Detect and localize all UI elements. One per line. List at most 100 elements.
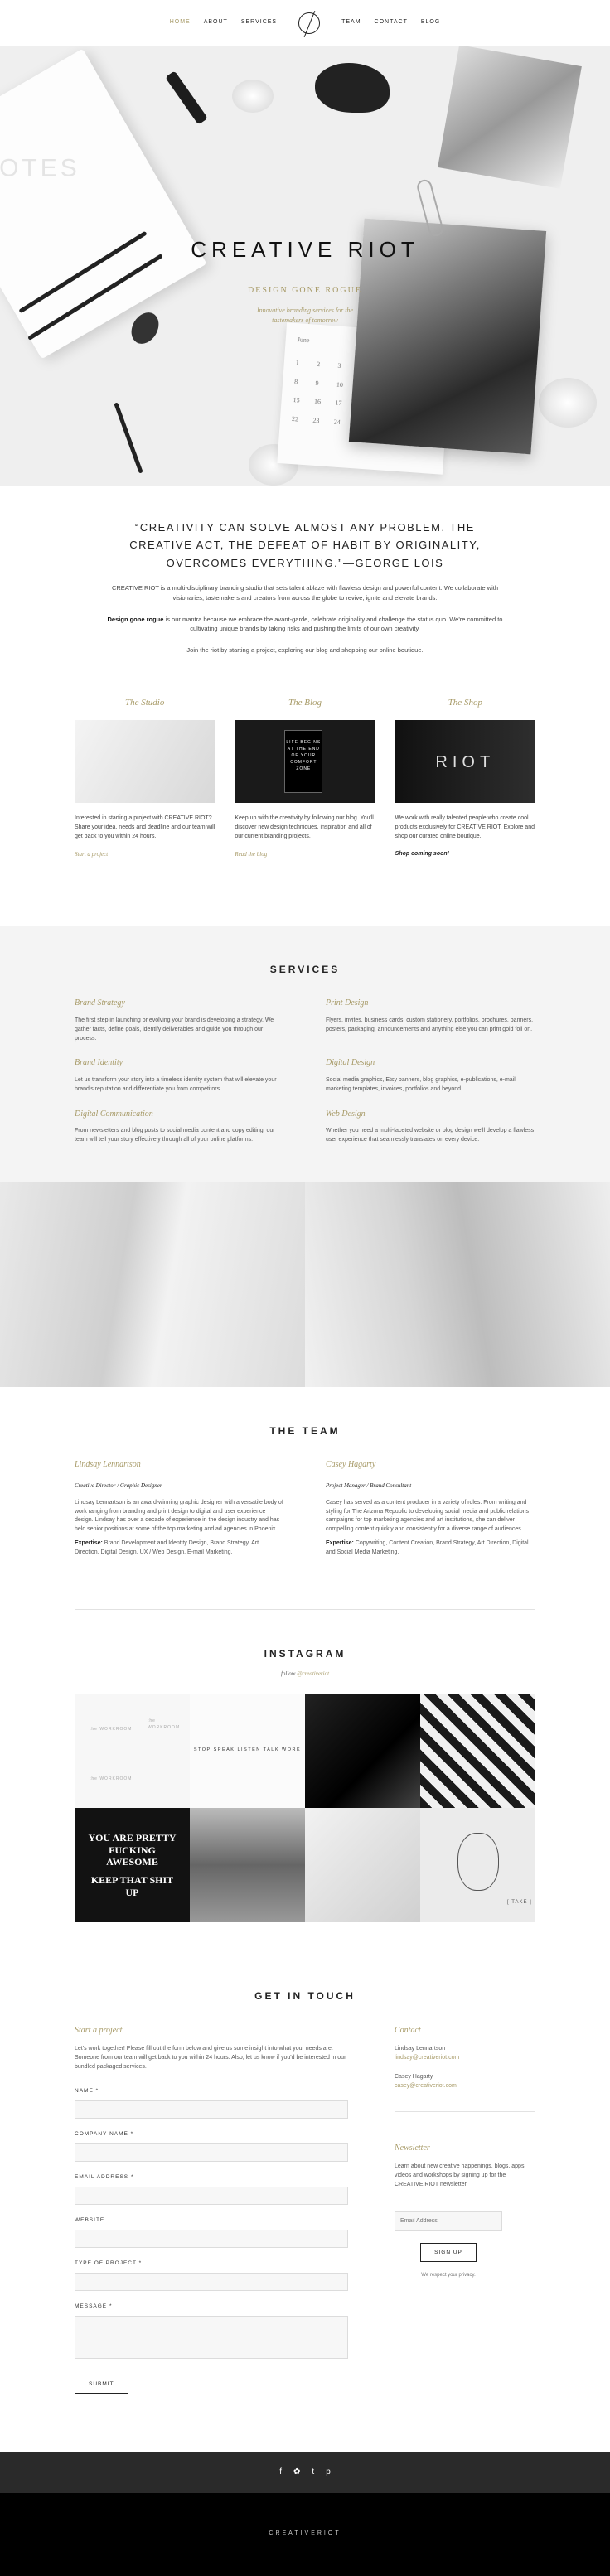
- expertise-label: Expertise:: [75, 1540, 103, 1547]
- photo-band: [0, 1181, 610, 1387]
- signup-button[interactable]: SIGN UP: [420, 2242, 477, 2262]
- member-name: Casey Hagarty: [326, 1460, 376, 1470]
- hero: NOTES June 12345678910111213141516171819…: [0, 46, 610, 486]
- calendar-day: 8: [293, 377, 298, 386]
- intro-bold: Design gone rogue: [107, 615, 164, 623]
- type-label: TYPE OF PROJECT *: [75, 2260, 143, 2267]
- instagram-handle-link[interactable]: @creativeriot: [297, 1670, 329, 1677]
- member-bio: Casey has served as a content producer i…: [326, 1499, 530, 1533]
- instagram-tile[interactable]: [420, 1694, 535, 1809]
- tile-wordmark: the WORKROOM: [90, 1727, 133, 1733]
- member-role: Project Manager / Brand Consultant: [326, 1481, 412, 1489]
- service-item: Digital Communication From newsletters a…: [75, 1108, 284, 1145]
- nav-contact[interactable]: CONTACT: [375, 18, 408, 27]
- contact-name: Casey Hagarty: [395, 2074, 433, 2081]
- logo-icon[interactable]: [298, 12, 321, 34]
- read-blog-link[interactable]: Read the blog: [235, 850, 375, 859]
- sidebar-divider: [395, 2110, 535, 2112]
- submit-button[interactable]: SUBMIT: [75, 2374, 128, 2394]
- calendar-day: 16: [313, 397, 322, 406]
- service-item: Brand Identity Let us transform your sto…: [75, 1056, 284, 1094]
- contact-title: GET IN TOUCH: [254, 1990, 356, 2003]
- project-type-input[interactable]: [75, 2273, 348, 2292]
- instagram-tile[interactable]: [305, 1808, 420, 1923]
- card-image[interactable]: RIOT: [395, 720, 535, 804]
- calendar-day: 24: [333, 418, 341, 426]
- calendar-day: 9: [315, 379, 319, 387]
- intro-section: “Creativity can solve almost any problem…: [0, 486, 610, 671]
- instagram-section: INSTAGRAM follow @creativeriot the WORKR…: [0, 1610, 610, 1931]
- hero-photo-top: [438, 46, 582, 189]
- instagram-tile[interactable]: YOU ARE PRETTY FUCKING AWESOME KEEP THAT…: [75, 1808, 190, 1923]
- pinterest-icon[interactable]: p: [326, 2466, 331, 2479]
- pencil-image: [114, 402, 143, 474]
- instagram-tile[interactable]: STOP SPEAK LISTEN TALK WORK: [190, 1694, 305, 1809]
- nav-blog[interactable]: BLOG: [421, 18, 440, 27]
- contact-grid: Start a project Let's work together! Ple…: [75, 2024, 535, 2394]
- services-title: SERVICES: [269, 963, 341, 975]
- tile-label: [ TAKE ]: [507, 1900, 532, 1906]
- company-input[interactable]: [75, 2143, 348, 2163]
- website-input[interactable]: [75, 2230, 348, 2249]
- tile-bold-line: KEEP THAT SHIT UP: [90, 1874, 174, 1898]
- newsletter-text: Learn about new creative happenings, blo…: [395, 2163, 526, 2187]
- service-name: Brand Identity: [75, 1058, 123, 1068]
- card-text: Keep up with the creativity by following…: [235, 815, 374, 840]
- newsletter-email-input[interactable]: [395, 2211, 502, 2231]
- name-input[interactable]: [75, 2100, 348, 2119]
- services-section: SERVICES Brand Strategy The first step i…: [0, 925, 610, 1182]
- message-textarea[interactable]: [75, 2316, 348, 2360]
- card-blog: The Blog LIFE BEGINS AT THE END OF YOUR …: [235, 696, 375, 858]
- newsletter-title: Newsletter: [395, 2143, 430, 2153]
- instagram-icon[interactable]: ✿: [293, 2466, 300, 2479]
- service-name: Digital Communication: [75, 1109, 153, 1119]
- start-project-link[interactable]: Start a project: [75, 850, 215, 859]
- member-expertise: Expertise: Copywriting, Content Creation…: [326, 1539, 535, 1558]
- member-name: Lindsay Lennartson: [75, 1460, 141, 1470]
- intro-quote: “Creativity can solve almost any problem…: [129, 521, 481, 569]
- nav-home[interactable]: HOME: [170, 18, 191, 27]
- intro-text: is our mantra because we embrace the ava…: [163, 615, 503, 633]
- follow-label: follow: [280, 1670, 296, 1678]
- team-title: THE TEAM: [269, 1424, 341, 1437]
- instagram-tile[interactable]: [ TAKE ]: [420, 1808, 535, 1923]
- nav-team[interactable]: TEAM: [341, 18, 361, 27]
- card-image[interactable]: [75, 720, 215, 804]
- contact-email-link[interactable]: lindsay@creativeriot.com: [395, 2054, 535, 2063]
- shop-link[interactable]: Shop coming soon!: [395, 850, 535, 859]
- expertise-text: Brand Development and Identity Design, B…: [75, 1540, 259, 1556]
- marker-image: [165, 70, 208, 125]
- team-photo-left: [0, 1181, 305, 1387]
- email-label: EMAIL ADDRESS *: [75, 2174, 134, 2181]
- instagram-tile[interactable]: [190, 1808, 305, 1923]
- instagram-tile[interactable]: [305, 1694, 420, 1809]
- services-grid: Brand Strategy The first step in launchi…: [75, 997, 535, 1144]
- instagram-tile[interactable]: the WORKROOM the WORKROOM the WORKROOM: [75, 1694, 190, 1809]
- card-image[interactable]: LIFE BEGINS AT THE END OF YOUR COMFORT Z…: [235, 720, 375, 804]
- crumpled-paper-image: [539, 378, 597, 428]
- facebook-icon[interactable]: f: [279, 2466, 282, 2479]
- contact-email-link[interactable]: casey@creativeriot.com: [395, 2082, 535, 2091]
- intro-paragraph: Design gone rogue is our mantra because …: [99, 615, 511, 634]
- company-field-group: COMPANY NAME *: [75, 2130, 348, 2163]
- nav-about[interactable]: ABOUT: [204, 18, 228, 27]
- instagram-follow: follow @creativeriot: [75, 1670, 535, 1679]
- email-input[interactable]: [75, 2187, 348, 2206]
- tile-bold-line: YOU ARE PRETTY FUCKING AWESOME: [88, 1832, 177, 1868]
- calendar-day: 1: [295, 359, 300, 367]
- intro-paragraph: CREATIVE RIOT is a multi-disciplinary br…: [111, 584, 499, 602]
- nav-services[interactable]: SERVICES: [241, 18, 277, 27]
- face-sketch-icon: [458, 1833, 499, 1892]
- tile-bold-text: YOU ARE PRETTY FUCKING AWESOME KEEP THAT…: [75, 1832, 190, 1898]
- twitter-icon[interactable]: t: [312, 2466, 314, 2479]
- name-field-group: NAME *: [75, 2087, 348, 2119]
- tile-wordmark: the WORKROOM: [90, 1776, 133, 1782]
- team-section: THE TEAM Lindsay Lennartson Creative Dir…: [0, 1387, 610, 1588]
- service-item: Print Design Flyers, invites, business c…: [326, 997, 535, 1043]
- service-item: Web Design Whether you need a multi-face…: [326, 1108, 535, 1145]
- hero-title-block: CREATIVE RIOT DESIGN GONE ROGUE Innovati…: [0, 233, 610, 326]
- service-text: From newsletters and blog posts to socia…: [75, 1128, 275, 1143]
- calendar-day: 10: [336, 380, 344, 389]
- service-name: Print Design: [326, 998, 369, 1008]
- type-field-group: TYPE OF PROJECT *: [75, 2259, 348, 2292]
